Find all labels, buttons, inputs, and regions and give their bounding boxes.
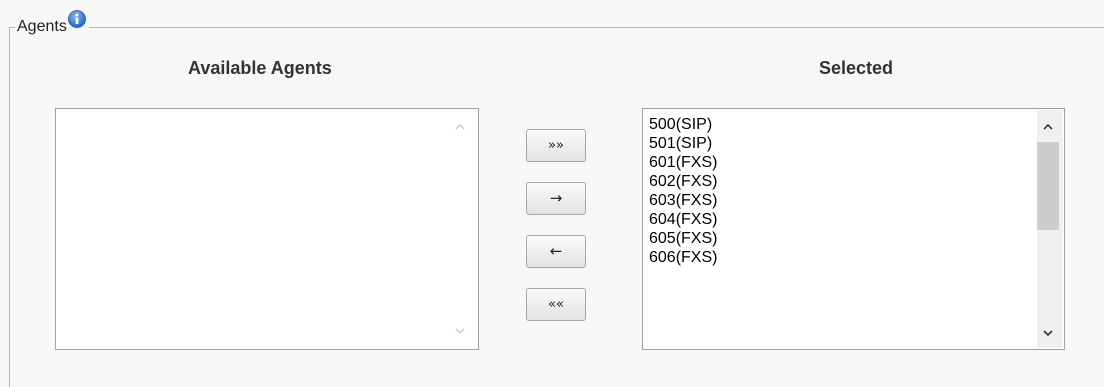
scrollbar[interactable] (1037, 110, 1063, 348)
selected-agents-heading: Selected (819, 58, 894, 78)
selected-agents-listbox[interactable]: 500(SIP) 501(SIP) 601(FXS) 602(FXS) 603(FXS)… (642, 108, 1065, 350)
list-item[interactable]: 603(FXS) (649, 191, 717, 210)
list-item[interactable]: 500(SIP) (649, 115, 717, 134)
list-item[interactable]: 606(FXS) (649, 248, 717, 267)
chevron-up-icon[interactable] (454, 121, 466, 133)
selected-agents-list[interactable]: 500(SIP) 501(SIP) 601(FXS) 602(FXS) 603(FXS)… (649, 115, 717, 267)
chevron-down-icon[interactable] (1042, 327, 1054, 339)
list-item[interactable]: 602(FXS) (649, 172, 717, 191)
chevron-up-icon[interactable] (1042, 121, 1054, 133)
add-selected-button[interactable]: → (526, 182, 586, 215)
available-agents-listbox[interactable] (55, 108, 479, 350)
available-agents-heading: Available Agents (188, 58, 332, 78)
agents-legend-label: Agents (17, 18, 67, 35)
list-item[interactable]: 601(FXS) (649, 153, 717, 172)
chevron-down-icon[interactable] (454, 325, 466, 337)
list-item[interactable]: 501(SIP) (649, 134, 717, 153)
agents-legend: Agents (15, 10, 89, 36)
scrollbar-thumb[interactable] (1037, 142, 1059, 230)
add-all-button[interactable]: »» (526, 129, 586, 162)
remove-selected-button[interactable]: ← (526, 235, 586, 268)
remove-all-button[interactable]: «« (526, 288, 586, 321)
info-icon[interactable] (67, 10, 86, 28)
list-item[interactable]: 604(FXS) (649, 210, 717, 229)
list-item[interactable]: 605(FXS) (649, 229, 717, 248)
